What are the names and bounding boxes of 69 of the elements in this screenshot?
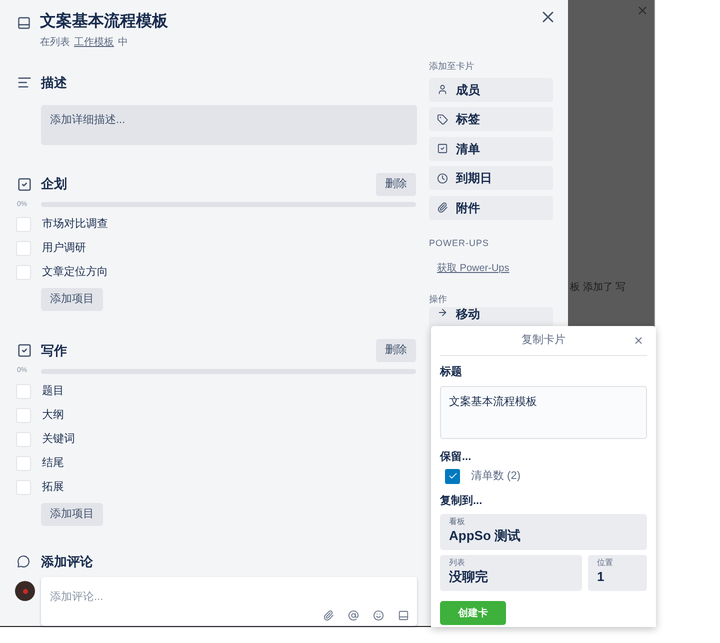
avatar — [15, 581, 35, 601]
description-icon — [17, 75, 32, 90]
sidebar-heading: POWER-UPS — [429, 237, 490, 250]
checkbox[interactable] — [445, 468, 460, 484]
checkbox-label: 清单数 (2) — [471, 469, 520, 484]
sidebar-heading: 操作 — [429, 292, 448, 306]
comment-icon — [17, 554, 30, 568]
sidebar-button[interactable]: 成员 — [429, 78, 553, 102]
field-label: 标题 — [440, 364, 463, 380]
checklist-title: 企划 — [41, 175, 68, 194]
comment-placeholder: 添加评论... — [50, 591, 104, 603]
checklist-item: 大纲 — [42, 408, 64, 423]
checklist-item: 题目 — [42, 384, 64, 399]
close-icon — [636, 4, 649, 17]
sidebar-button[interactable]: 标签 — [429, 107, 553, 131]
person-icon — [437, 84, 448, 95]
description-field[interactable]: 添加详细描述... — [41, 104, 417, 144]
popup-title: 复制卡片 — [522, 333, 566, 348]
at-sign-icon[interactable] — [348, 610, 359, 621]
checkbox[interactable] — [16, 456, 31, 470]
list-link[interactable]: 工作模板 — [74, 35, 114, 50]
checkbox[interactable] — [16, 241, 31, 256]
field-label: 保留... — [440, 450, 472, 464]
checklist-item: 结尾 — [42, 456, 64, 471]
delete-button[interactable]: 删除 — [376, 339, 416, 362]
checklist-item: 市场对比调查 — [42, 216, 108, 232]
delete-button[interactable]: 删除 — [376, 172, 416, 196]
card-icon[interactable] — [398, 610, 409, 621]
sidebar-heading: 添加至卡片 — [429, 60, 475, 73]
paperclip-icon[interactable] — [323, 610, 334, 621]
checkbox[interactable] — [16, 480, 31, 494]
checkbox[interactable] — [16, 217, 31, 232]
checklist-item: 拓展 — [42, 480, 64, 495]
checkbox[interactable] — [16, 408, 31, 422]
powerups-link[interactable]: 获取 Power-Ups — [437, 260, 553, 276]
card-title: 文案基本流程模板 — [40, 11, 168, 32]
arrow-right-icon — [437, 307, 448, 318]
position-select[interactable]: 位置 1 — [588, 555, 647, 591]
add-item-button[interactable]: 添加项目 — [41, 502, 103, 526]
list-suffix: 中 — [118, 36, 128, 50]
checkbox[interactable] — [16, 432, 31, 446]
sidebar-button[interactable]: 到期日 — [429, 166, 553, 190]
add-item-button[interactable]: 添加项目 — [41, 288, 103, 311]
checkbox[interactable] — [16, 384, 31, 398]
activity-text: 板 添加了 写 — [570, 280, 626, 295]
field-label: 复制到... — [440, 494, 484, 508]
checklist-icon — [17, 343, 32, 358]
check-icon — [448, 471, 458, 482]
card-icon — [17, 16, 31, 30]
checklist-item: 文章定位方向 — [42, 264, 108, 280]
checklist-item: 关键词 — [42, 432, 75, 447]
tag-icon — [437, 114, 448, 124]
sidebar-button[interactable]: 清单 — [429, 136, 553, 160]
section-heading: 添加评论 — [41, 552, 93, 570]
checkbox-icon — [437, 143, 448, 154]
checkbox[interactable] — [16, 265, 31, 280]
close-icon[interactable] — [633, 335, 644, 346]
sidebar-button[interactable]: 附件 — [429, 196, 553, 220]
title-field[interactable]: 文案基本流程模板 — [440, 386, 647, 438]
list-select[interactable]: 列表 没聊完 — [440, 555, 582, 591]
list-prefix: 在列表 — [40, 36, 70, 50]
checklist-title: 写作 — [41, 342, 68, 360]
paperclip-icon — [437, 202, 448, 213]
section-heading: 描述 — [41, 74, 67, 92]
board-select[interactable]: 看板 AppSo 测试 — [440, 514, 647, 550]
clock-icon — [437, 172, 448, 184]
emoji-icon[interactable] — [373, 610, 384, 621]
checklist-icon — [17, 176, 32, 192]
checklist-item: 用户调研 — [42, 240, 86, 256]
